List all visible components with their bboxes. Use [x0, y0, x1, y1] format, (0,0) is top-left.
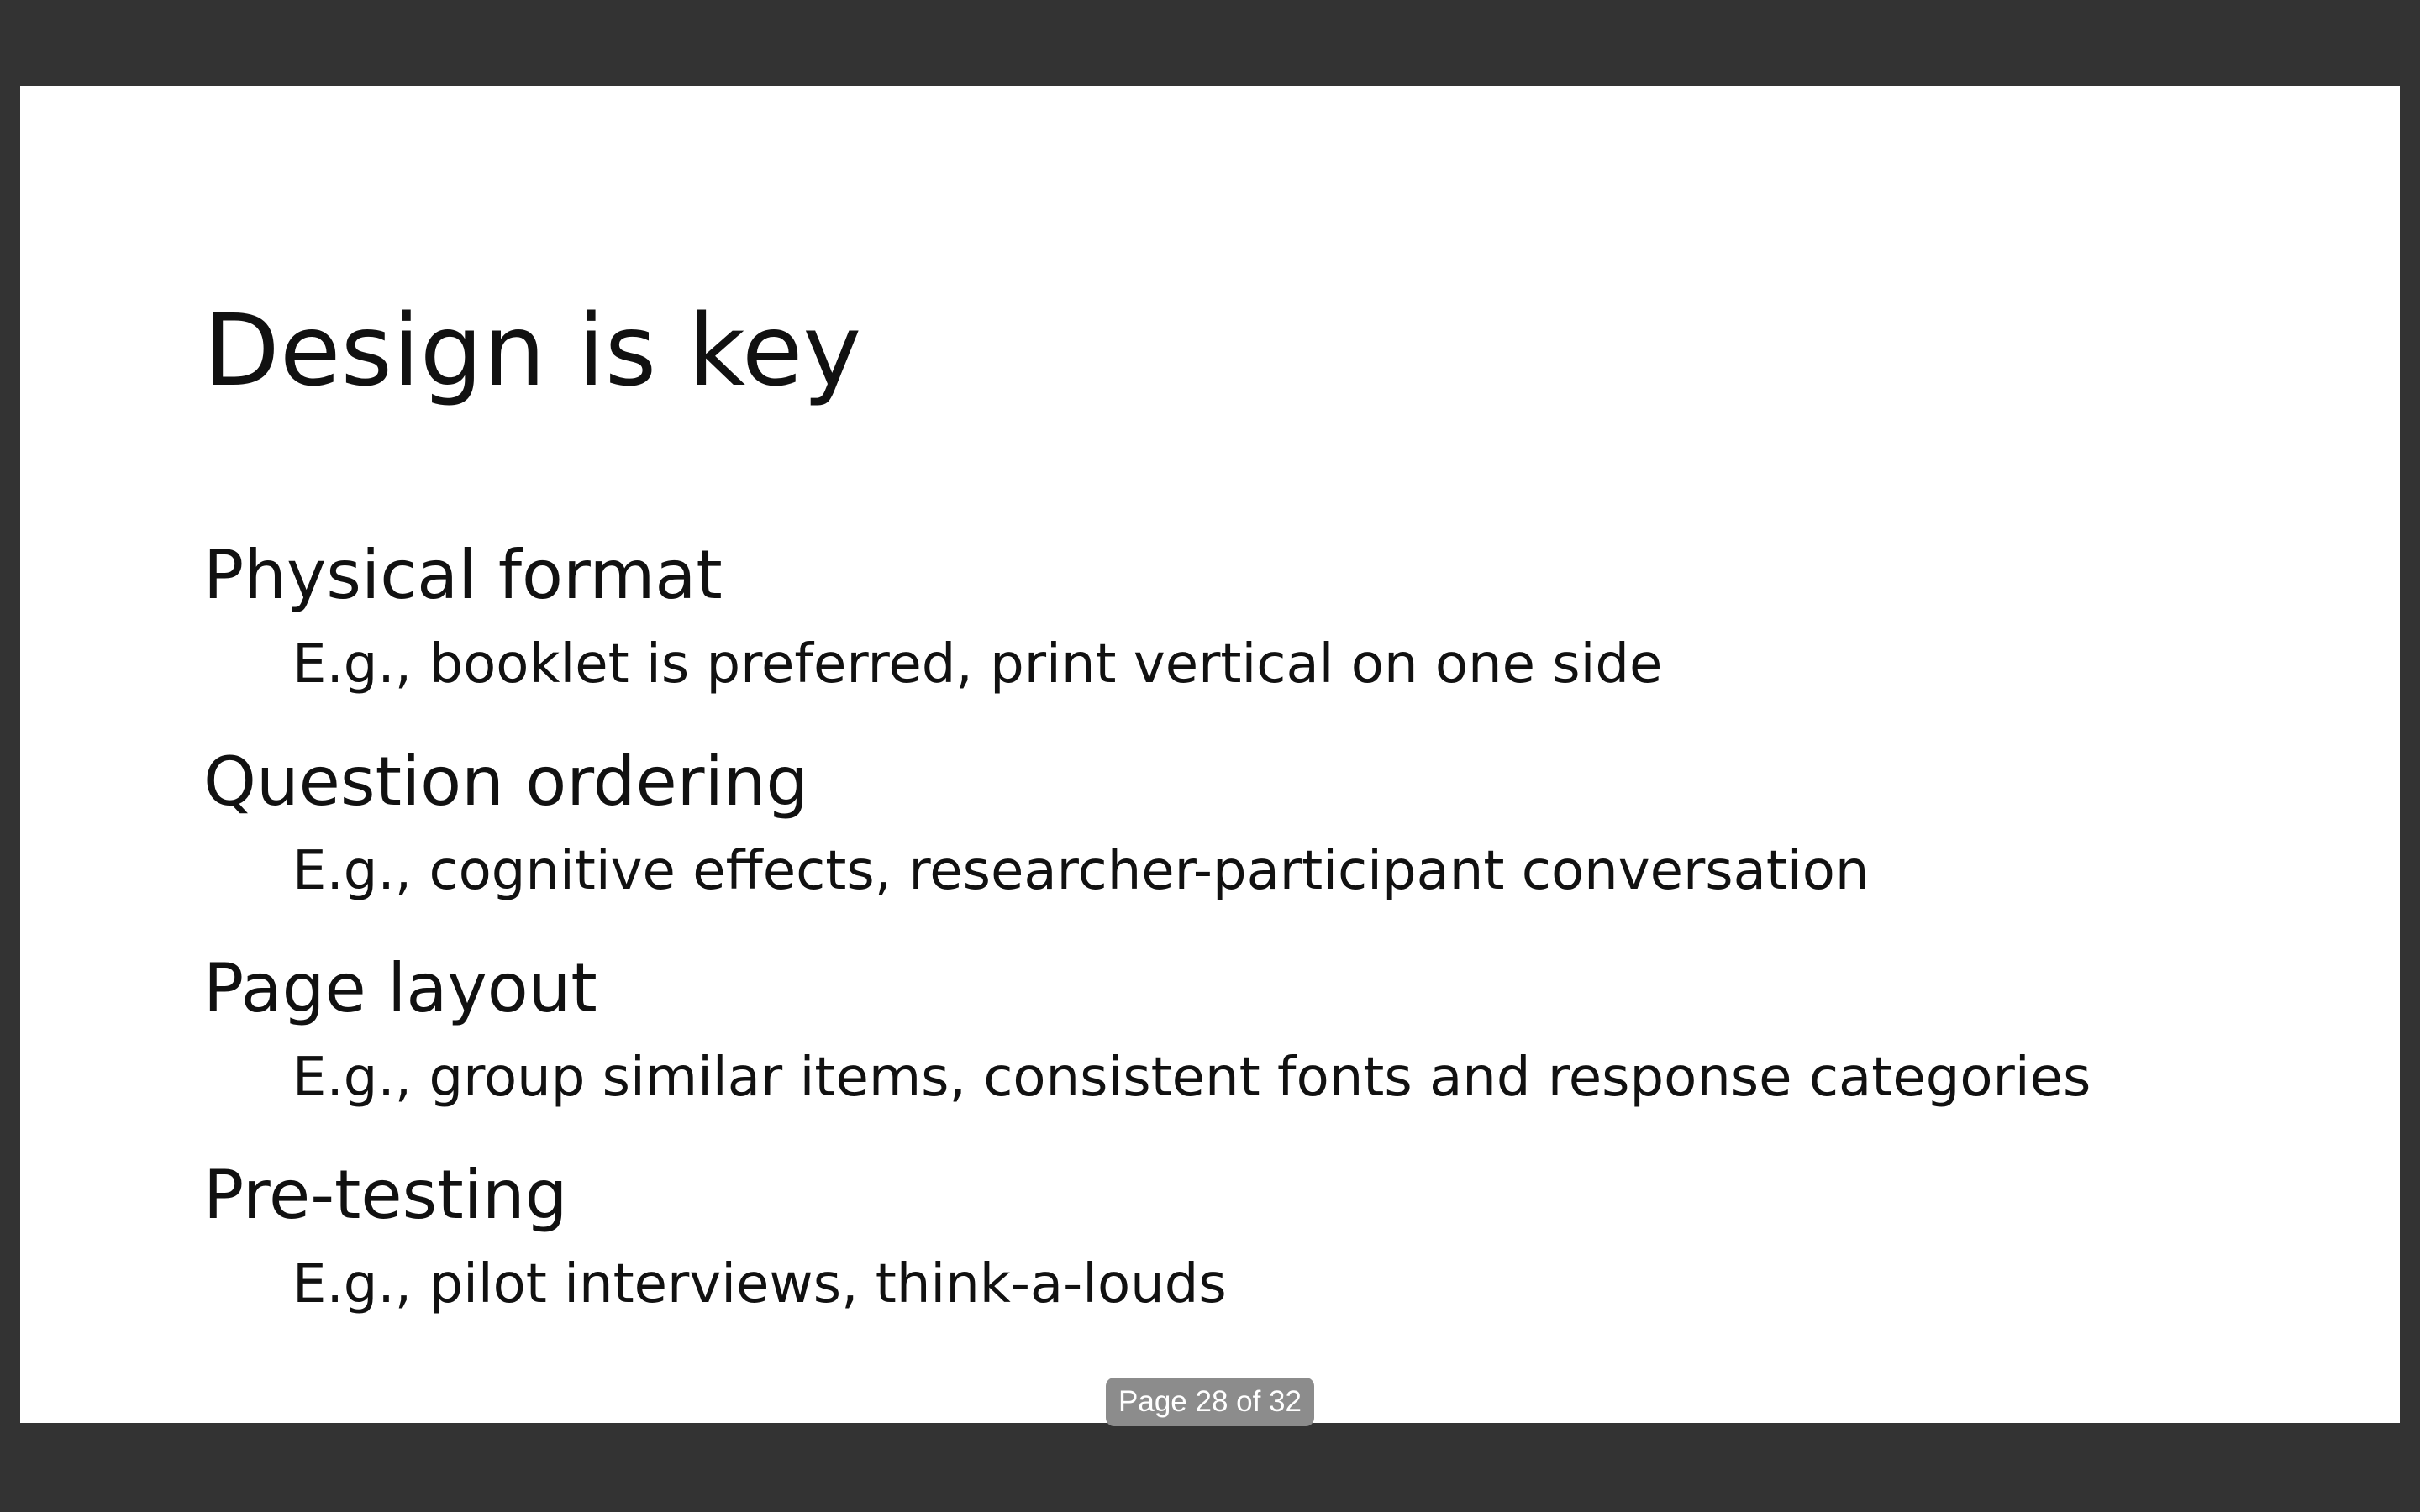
page-indicator: Page 28 of 32	[1106, 1378, 1314, 1426]
bullet-item: Pre-testing E.g., pilot interviews, thin…	[203, 1151, 2091, 1329]
bullet-list: Physical format E.g., booklet is preferr…	[203, 531, 2091, 1357]
bullet-heading: Question ordering	[203, 743, 809, 821]
bullet-item: Physical format E.g., booklet is preferr…	[203, 531, 2091, 709]
bullet-subpoint: E.g., booklet is preferred, print vertic…	[292, 633, 1663, 696]
slide-page: Design is key Physical format E.g., book…	[20, 86, 2400, 1423]
bullet-item: Question ordering E.g., cognitive effect…	[203, 738, 2091, 916]
slide-title: Design is key	[203, 292, 862, 408]
bullet-heading: Page layout	[203, 949, 597, 1027]
bullet-item: Page layout E.g., group similar items, c…	[203, 944, 2091, 1122]
document-viewer: Design is key Physical format E.g., book…	[0, 0, 2420, 1512]
bullet-heading: Physical format	[203, 536, 723, 614]
bullet-subpoint: E.g., group similar items, consistent fo…	[292, 1047, 2091, 1109]
bullet-subpoint: E.g., pilot interviews, think-a-louds	[292, 1253, 1227, 1315]
bullet-subpoint: E.g., cognitive effects, researcher-part…	[292, 840, 1870, 902]
bullet-heading: Pre-testing	[203, 1156, 568, 1234]
